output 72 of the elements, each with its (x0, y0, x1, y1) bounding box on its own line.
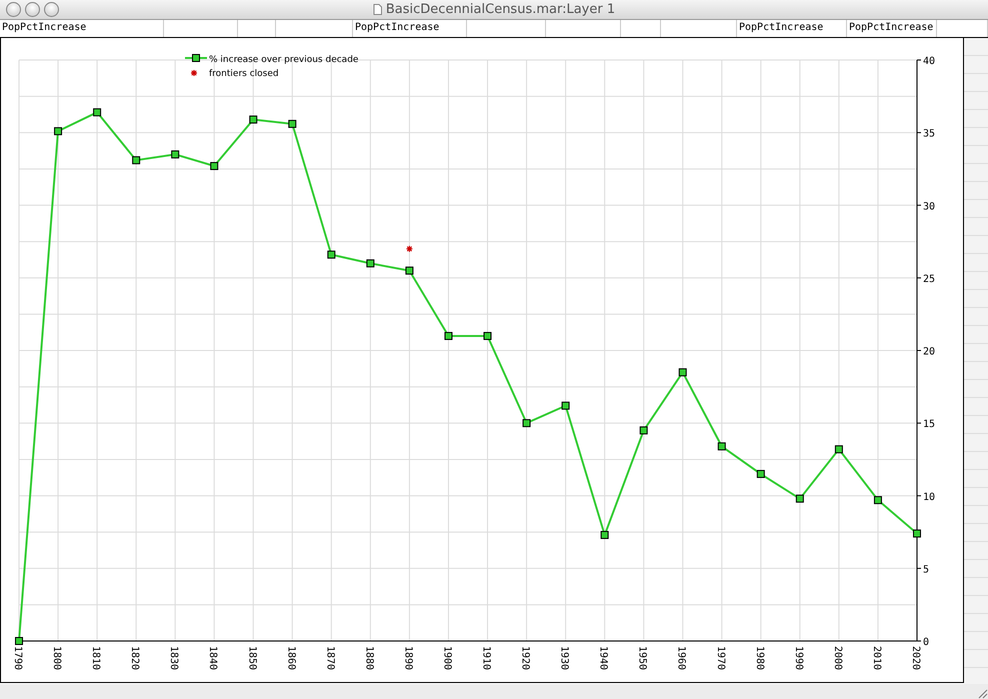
column-header[interactable]: PopPctIncrease (0, 20, 164, 37)
axis-label: 40 (923, 56, 936, 67)
axis-label: 15 (923, 419, 936, 430)
axis-label: 5 (923, 564, 930, 576)
data-point (15, 637, 23, 645)
axis-label: 1930 (558, 646, 570, 670)
data-point (640, 426, 648, 434)
column-header[interactable]: PopPctIncrease (847, 20, 937, 37)
close-button[interactable] (6, 2, 21, 17)
column-header[interactable]: PopPctIncrease (737, 20, 847, 37)
axis-label: 1970 (714, 646, 726, 670)
data-point (288, 120, 296, 128)
axis-label: 1810 (90, 646, 102, 670)
data-point (834, 445, 843, 454)
data-point (874, 496, 882, 504)
column-header[interactable]: PopPctIncrease (353, 20, 467, 37)
zoom-button[interactable] (44, 2, 59, 17)
axis-label: 1830 (168, 646, 180, 670)
data-point (600, 530, 609, 539)
axis-label: 35 (923, 128, 936, 140)
resize-grip-icon[interactable] (976, 687, 988, 699)
axis-label: 1800 (51, 646, 62, 670)
axis-label: 20 (923, 346, 936, 358)
data-point (522, 419, 531, 428)
axis-label: 1920 (520, 646, 531, 670)
axis-label: 30 (923, 201, 936, 212)
axis-label: 2020 (910, 646, 921, 670)
data-point (171, 150, 180, 158)
legend-label: % increase over previous decade (209, 55, 358, 65)
axis-label: 2010 (870, 646, 882, 670)
axis-label: 1900 (441, 646, 452, 670)
axis-label: 1840 (207, 646, 218, 670)
data-point (366, 259, 374, 268)
minimize-button[interactable] (25, 2, 40, 17)
axis-label: 1850 (246, 646, 258, 670)
data-point (913, 530, 921, 538)
data-point (54, 127, 62, 136)
axis-label: 1990 (792, 646, 804, 670)
axis-label: 10 (923, 492, 936, 503)
axis-label: 2000 (832, 646, 843, 670)
axis-label: 1870 (324, 646, 336, 670)
window-title: BasicDecennialCensus.mar:Layer 1 (386, 2, 616, 17)
data-point (484, 332, 492, 340)
data-point (132, 156, 140, 164)
axis-label: 1790 (12, 646, 23, 670)
data-point (796, 494, 804, 503)
legend-marker (190, 69, 198, 77)
data-point (210, 162, 218, 170)
data-point (756, 470, 765, 478)
axis-label: 1960 (676, 646, 687, 670)
axis-label: 1880 (363, 646, 374, 670)
data-point (444, 332, 452, 340)
data-point (249, 116, 258, 124)
axis-label: 1910 (480, 646, 492, 670)
data-point (405, 266, 414, 275)
data-point (327, 250, 336, 259)
document-icon (372, 4, 382, 15)
data-point (562, 402, 570, 410)
axis-label: 1940 (598, 646, 609, 670)
data-point (718, 442, 726, 450)
axis-label: 1950 (636, 646, 648, 670)
axis-label: 1860 (285, 646, 296, 670)
axis-label: 1980 (754, 646, 765, 670)
legend-label: frontiers closed (209, 69, 279, 79)
star-marker (406, 245, 414, 252)
axis-label: 1890 (402, 646, 414, 670)
data-point (678, 368, 687, 376)
axis-label: 25 (923, 274, 936, 285)
data-point (93, 108, 102, 116)
legend-marker (185, 54, 207, 62)
axis-label: 0 (923, 637, 930, 648)
axis-label: 1820 (129, 646, 140, 670)
